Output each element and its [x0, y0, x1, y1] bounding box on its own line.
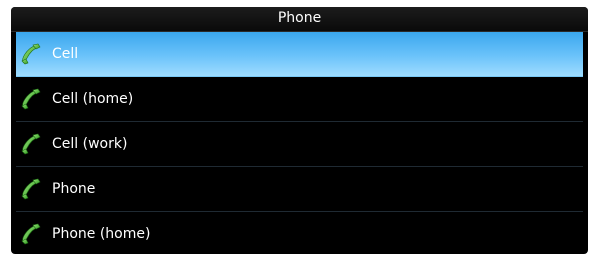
phone-handset-icon — [20, 43, 42, 65]
phone-number-list: Cell Cell (home) Cell (work) Phone Phone… — [16, 32, 583, 254]
list-item-cell[interactable]: Cell — [16, 32, 583, 77]
phone-handset-icon — [20, 178, 42, 200]
list-item-cell-home[interactable]: Cell (home) — [16, 77, 583, 122]
list-item-label: Cell (home) — [52, 91, 134, 107]
list-item-label: Cell — [52, 46, 79, 62]
phone-handset-icon — [20, 223, 42, 245]
list-item-phone[interactable]: Phone — [16, 167, 583, 212]
phone-handset-icon — [20, 88, 42, 110]
dialog-title: Phone — [11, 7, 588, 32]
list-item-phone-home[interactable]: Phone (home) — [16, 212, 583, 254]
list-item-label: Cell (work) — [52, 136, 128, 152]
list-item-label: Phone (home) — [52, 226, 151, 242]
phone-picker-dialog: Phone Cell Cell (home) Cell (work) Phone… — [11, 7, 588, 254]
list-item-label: Phone — [52, 181, 96, 197]
phone-handset-icon — [20, 133, 42, 155]
list-item-cell-work[interactable]: Cell (work) — [16, 122, 583, 167]
